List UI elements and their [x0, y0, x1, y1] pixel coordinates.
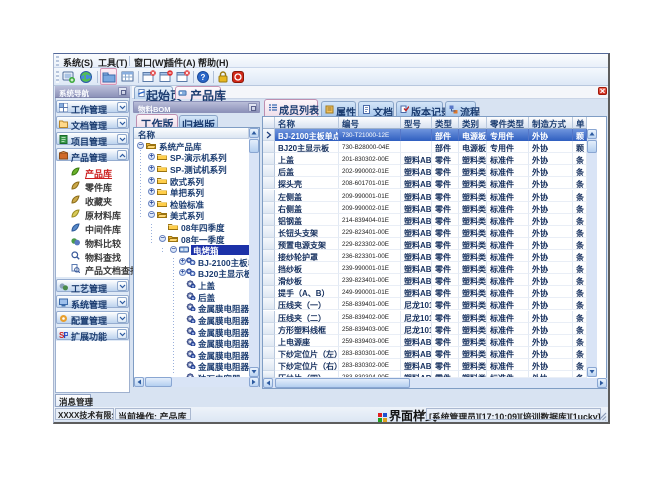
svg-text:?: ?	[201, 73, 206, 82]
svg-text:P: P	[64, 331, 69, 339]
